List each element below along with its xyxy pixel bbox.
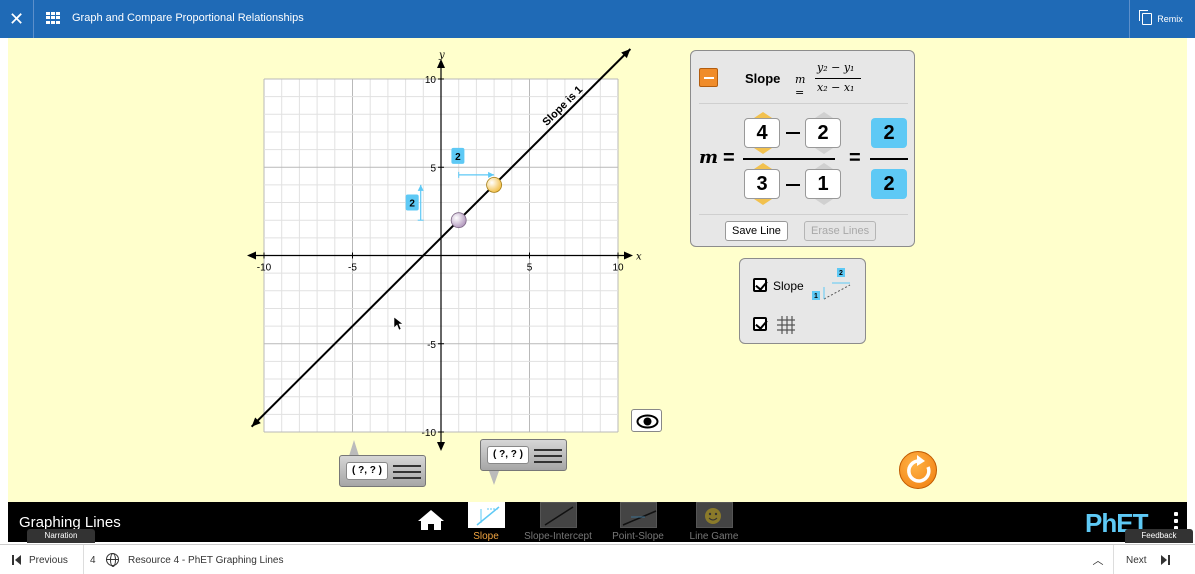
- next-button[interactable]: Next: [1113, 545, 1195, 574]
- mini-rise-label: 2: [839, 270, 843, 277]
- screen-line-game-button[interactable]: Line Game: [683, 502, 745, 542]
- mini-run-label: 1: [814, 293, 818, 300]
- screen-point-slope-label: Point-Slope: [612, 531, 664, 542]
- y1-down-arrow[interactable]: [815, 148, 833, 154]
- point-slope-screen-thumbnail: [619, 502, 657, 528]
- y-tick-label: -10: [422, 428, 437, 439]
- slope-panel-title: Slope: [745, 71, 781, 86]
- line-game-screen-thumbnail: [695, 502, 733, 528]
- point-tool-1-handle-icon: [393, 465, 421, 479]
- x2-value: 3: [756, 173, 768, 195]
- next-label: Next: [1126, 554, 1147, 566]
- chevron-up-icon: ︿: [1092, 555, 1104, 567]
- x-tick-label: -5: [348, 263, 357, 274]
- slope-result-denominator: 2: [871, 169, 907, 199]
- x-tick-label: 5: [527, 263, 533, 274]
- skip-forward-icon: [1160, 555, 1170, 565]
- screen-slope-intercept-label: Slope-Intercept: [524, 531, 592, 542]
- slope-intercept-screen-thumbnail: [539, 502, 577, 528]
- point-tool-1-coords: ( ?, ? ): [346, 462, 388, 480]
- formula-m: m =: [795, 73, 806, 99]
- formula-denominator: x₂ − x₁: [817, 81, 855, 94]
- y2-spinner[interactable]: 4: [744, 112, 780, 154]
- skip-back-icon: [12, 555, 21, 565]
- screen-slope-button[interactable]: Slope: [461, 502, 511, 542]
- erase-lines-button[interactable]: Erase Lines: [804, 221, 877, 241]
- point-tool-2[interactable]: ( ?, ? ): [480, 439, 567, 471]
- x1-down-arrow[interactable]: [815, 199, 833, 205]
- x2-spinner[interactable]: 3: [744, 163, 780, 205]
- x1-spinner[interactable]: 1: [805, 163, 841, 205]
- m-label: m: [699, 147, 719, 168]
- x-tick-label: 10: [612, 263, 624, 274]
- slope-result-numerator: 2: [871, 118, 907, 148]
- resource-title: Resource 4 - PhET Graphing Lines: [128, 555, 284, 566]
- collapse-button[interactable]: [699, 68, 718, 87]
- x-tick-label: -10: [257, 263, 272, 274]
- smiley-icon: [704, 508, 721, 524]
- graph-canvas: -10 -5 5 10105-5-10 22 Slope is 1 x y: [247, 48, 642, 451]
- reset-icon: [907, 455, 931, 483]
- rise-label: 2: [409, 199, 415, 210]
- point-2-handle[interactable]: [486, 176, 503, 193]
- run-label: 2: [455, 152, 461, 163]
- slope-screen-thumbnail: [467, 502, 505, 528]
- x-axis-arrow-left: [247, 251, 256, 260]
- y1-value: 2: [817, 122, 829, 144]
- reset-all-button[interactable]: [899, 451, 937, 489]
- slope-panel: Slope m = y₂ − y₁ x₂ − x₁ m = 4 2 3 1 = …: [690, 50, 915, 247]
- narration-tab[interactable]: Narration: [27, 529, 95, 543]
- y1-up-arrow[interactable]: [815, 112, 833, 118]
- x2-down-arrow[interactable]: [754, 199, 772, 205]
- grid-icon: [777, 316, 795, 334]
- previous-label: Previous: [29, 554, 68, 566]
- screen-point-slope-button[interactable]: Point-Slope: [605, 502, 671, 542]
- grid-checkbox[interactable]: [753, 317, 767, 331]
- slope-indicator-icon: 2 1: [812, 268, 851, 300]
- y2-up-arrow[interactable]: [754, 112, 772, 118]
- y-tick-label: 5: [430, 163, 436, 174]
- x-axis-label: x: [636, 252, 642, 263]
- y2-value: 4: [756, 122, 768, 144]
- x1-value: 1: [817, 173, 829, 195]
- y-axis-label: y: [438, 50, 445, 61]
- point-1-handle[interactable]: [450, 212, 467, 229]
- point-tool-2-handle-icon: [534, 449, 562, 463]
- screen-slope-intercept-button[interactable]: Slope-Intercept: [520, 502, 596, 542]
- home-icon[interactable]: [417, 509, 445, 531]
- screen-line-game-label: Line Game: [689, 531, 739, 542]
- globe-icon: [106, 553, 119, 567]
- options-panel: Slope 2 1: [739, 258, 866, 344]
- eye-icon: [636, 414, 659, 429]
- point-tool-2-coords: ( ?, ? ): [487, 446, 529, 464]
- resource-number: 4: [90, 555, 96, 566]
- save-line-button[interactable]: Save Line: [725, 221, 788, 241]
- sim-navigation-bar: Graphing Lines Slope Slope-Intercept Poi…: [8, 502, 1187, 542]
- x-axis-arrow-right: [624, 251, 633, 260]
- screen-slope-label: Slope: [473, 531, 499, 542]
- expand-up-button[interactable]: ︿: [1084, 545, 1112, 574]
- slope-checkbox[interactable]: [753, 278, 767, 292]
- slope-checkbox-label: Slope: [773, 279, 804, 293]
- y-axis-arrow-down: [437, 442, 445, 451]
- point-tool-1[interactable]: ( ?, ? ): [339, 455, 426, 487]
- show-hide-eye-button[interactable]: [631, 409, 662, 432]
- y1-spinner[interactable]: 2: [805, 112, 841, 154]
- y2-down-arrow[interactable]: [754, 148, 772, 154]
- formula-numerator: y₂ − y₁: [817, 61, 855, 74]
- feedback-tab[interactable]: Feedback: [1125, 529, 1193, 543]
- bottom-bar: Previous 4 Resource 4 - PhET Graphing Li…: [0, 544, 1195, 574]
- x2-up-arrow[interactable]: [754, 163, 772, 169]
- previous-button[interactable]: Previous: [0, 545, 84, 574]
- y-tick-label: 10: [425, 75, 437, 86]
- x1-up-arrow[interactable]: [815, 163, 833, 169]
- y-tick-label: -5: [427, 340, 436, 351]
